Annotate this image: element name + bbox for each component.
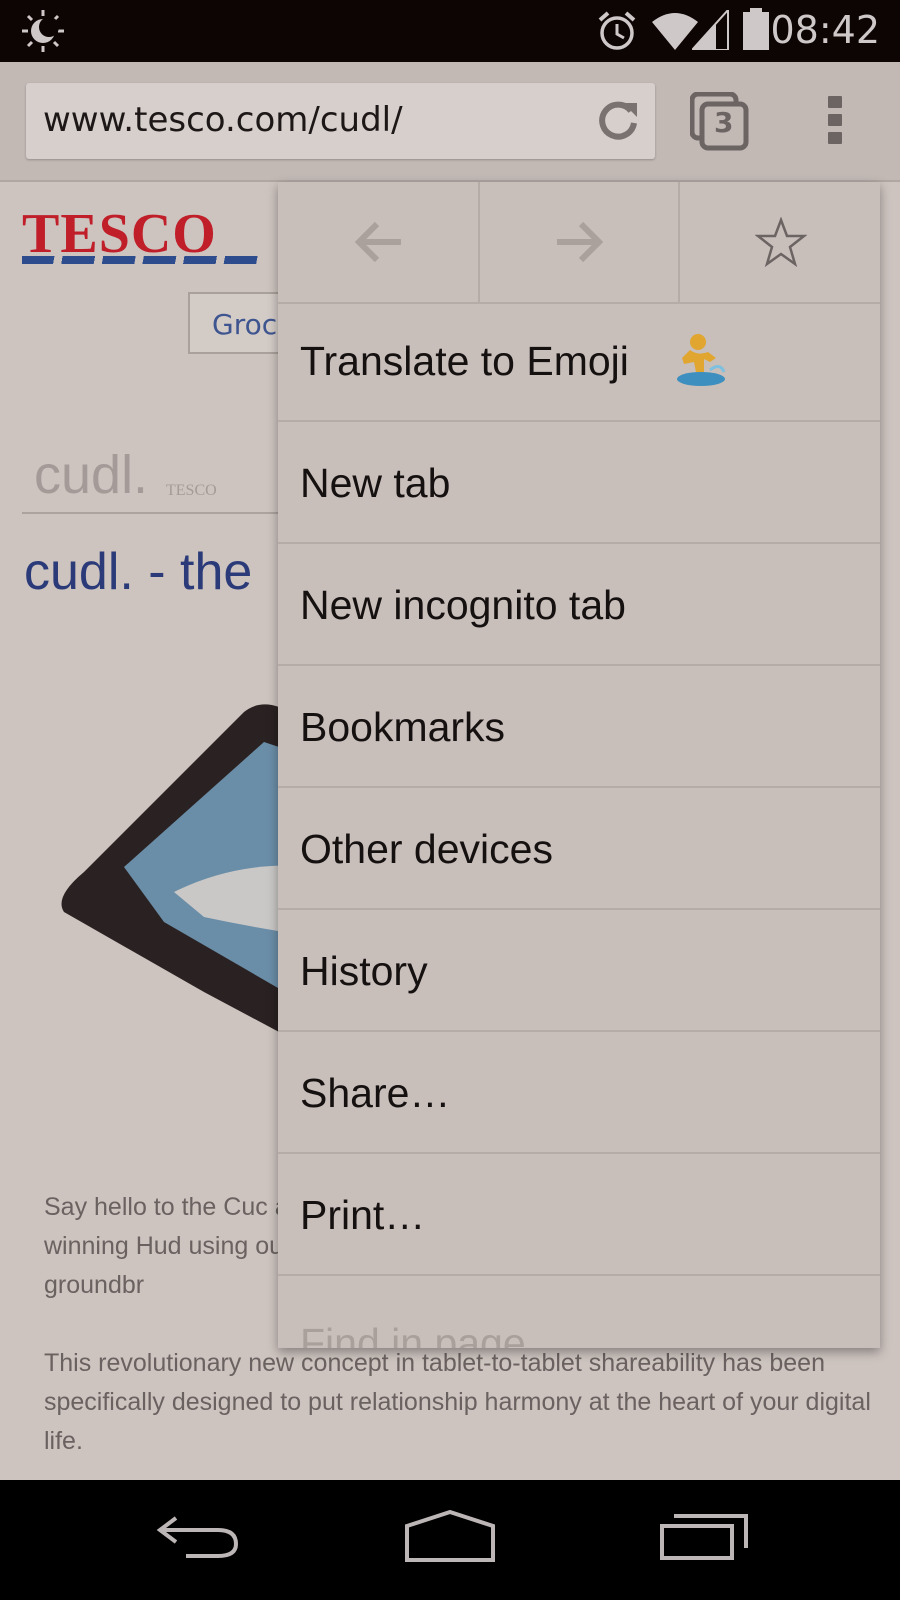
divider	[22, 512, 282, 514]
alarm-icon	[596, 10, 638, 56]
surfer-emoji-icon	[676, 332, 726, 392]
forward-arrow-icon[interactable]	[478, 182, 680, 302]
menu-item-label: Bookmarks	[300, 704, 506, 750]
cudl-tesco-tag: TESCO	[166, 482, 217, 499]
cudl-wordmark: cudl.	[34, 445, 149, 505]
menu-item-label: New incognito tab	[300, 582, 626, 628]
tab-count: 3	[714, 106, 734, 139]
description-paragraph: This revolutionary new concept in tablet…	[44, 1349, 871, 1455]
menu-item-other-devices[interactable]: Other devices	[278, 790, 880, 910]
menu-item-history[interactable]: History	[278, 912, 880, 1032]
battery-icon	[742, 8, 770, 54]
menu-item-label: Print…	[300, 1192, 426, 1238]
menu-item-bookmarks[interactable]: Bookmarks	[278, 668, 880, 788]
menu-item-share[interactable]: Share…	[278, 1034, 880, 1154]
menu-item-find-in-page[interactable]: Find in page	[278, 1278, 880, 1348]
back-nav-icon[interactable]	[156, 1510, 242, 1564]
overflow-menu-icon[interactable]	[828, 96, 842, 146]
menu-icon-row	[278, 182, 880, 304]
clock: 08:42	[770, 8, 880, 52]
tab-switcher-button[interactable]: 3	[689, 91, 750, 156]
menu-item-translate-emoji[interactable]: Translate to Emoji	[278, 302, 880, 422]
cell-signal-icon	[689, 7, 730, 54]
menu-item-label: Find in page	[300, 1320, 526, 1348]
home-nav-icon[interactable]	[404, 1509, 496, 1566]
menu-item-label: Translate to Emoji	[300, 338, 629, 384]
tesco-logo-stripes	[22, 256, 262, 264]
menu-item-new-incognito-tab[interactable]: New incognito tab	[278, 546, 880, 666]
reload-icon[interactable]	[595, 97, 641, 147]
menu-item-new-tab[interactable]: New tab	[278, 424, 880, 544]
recents-nav-icon[interactable]	[660, 1510, 750, 1564]
menu-item-label: Other devices	[300, 826, 553, 872]
url-text[interactable]: www.tesco.com/cudl/	[43, 100, 403, 140]
menu-item-label: Share…	[300, 1070, 451, 1116]
page-heading: cudl. - the	[24, 543, 253, 601]
menu-item-label: History	[300, 948, 428, 994]
menu-item-label: New tab	[300, 460, 451, 506]
brightness-icon	[18, 8, 68, 58]
status-bar: 08:42	[0, 0, 900, 62]
browser-toolbar: www.tesco.com/cudl/ 3	[0, 62, 900, 182]
menu-item-print[interactable]: Print…	[278, 1156, 880, 1276]
url-bar[interactable]: www.tesco.com/cudl/	[26, 83, 655, 159]
system-nav-bar	[0, 1480, 900, 1600]
back-arrow-icon[interactable]	[278, 182, 478, 302]
overflow-menu: Translate to Emoji New tab New incognito…	[278, 182, 880, 1348]
bookmark-star-icon[interactable]	[678, 182, 880, 302]
